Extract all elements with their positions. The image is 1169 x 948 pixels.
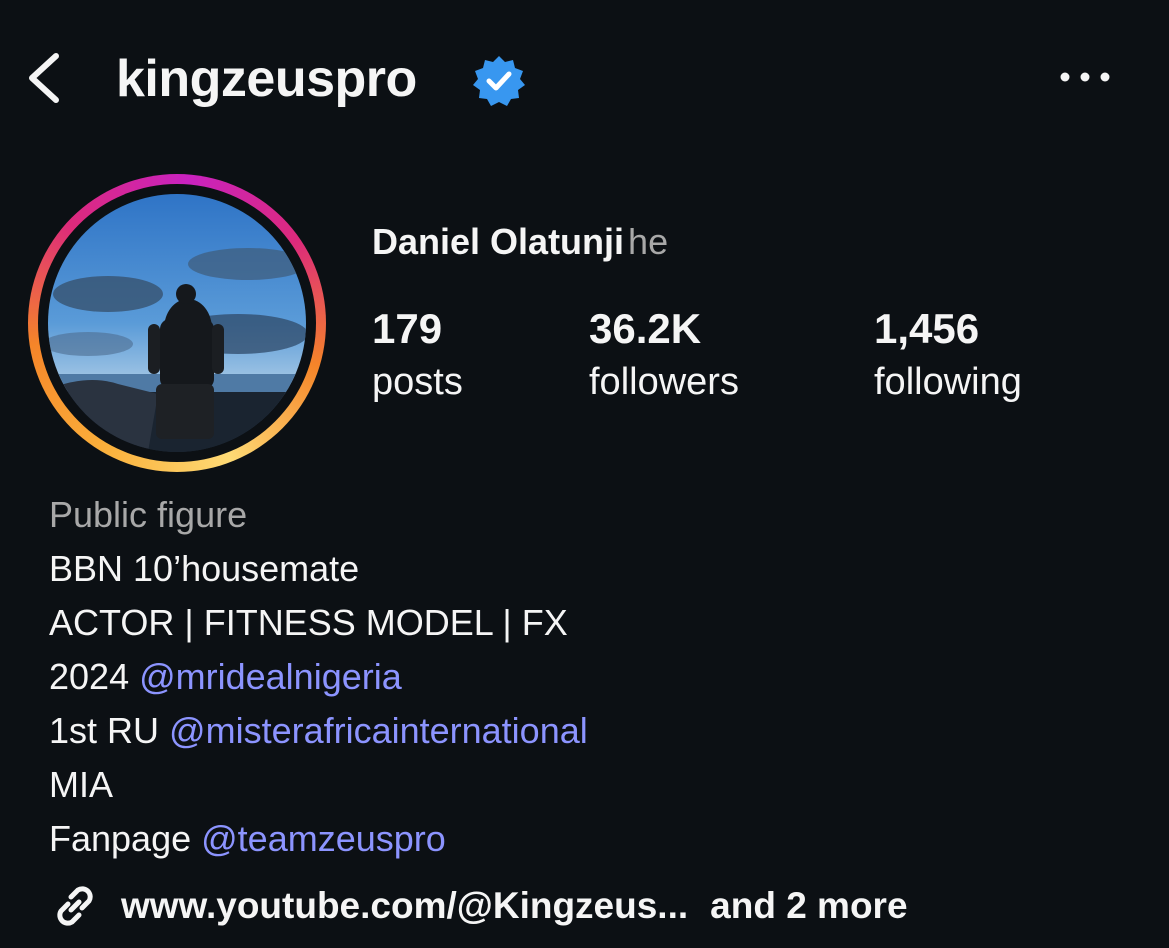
back-button[interactable] <box>22 48 72 108</box>
mention-link[interactable]: @mridealnigeria <box>139 656 402 697</box>
external-links[interactable]: www.youtube.com/@Kingzeus... and 2 more <box>49 876 908 936</box>
profile-category: Public figure <box>49 494 248 535</box>
stat-followers[interactable]: 36.2K followers <box>589 302 739 408</box>
verified-badge-icon <box>472 54 526 108</box>
bio-line: 2024 @mridealnigeria <box>49 650 588 704</box>
display-name-text: Daniel Olatunji <box>372 221 625 262</box>
stat-posts[interactable]: 179 posts <box>372 302 463 408</box>
profile-avatar-ring[interactable] <box>28 174 326 472</box>
stat-following-label: following <box>874 361 1022 403</box>
mention-link[interactable]: @misterafricainternational <box>169 710 588 751</box>
more-links-text[interactable]: and 2 more <box>710 885 907 927</box>
profile-bio: Public figure BBN 10’housemate ACTOR | F… <box>49 488 588 866</box>
profile-photo <box>48 194 306 452</box>
bio-line: 1st RU @misterafricainternational <box>49 704 588 758</box>
external-link-url[interactable]: www.youtube.com/@Kingzeus... <box>121 885 688 927</box>
profile-display-name: Daniel Olatunji he <box>372 220 668 264</box>
bio-text: Fanpage <box>49 818 202 859</box>
stat-followers-label: followers <box>589 361 739 403</box>
bio-text: 2024 <box>49 656 140 697</box>
stat-following-value: 1,456 <box>874 305 980 352</box>
stat-followers-value: 36.2K <box>589 305 702 352</box>
more-options-button[interactable] <box>1052 56 1118 98</box>
pronoun-text: he <box>628 221 669 262</box>
bio-text: 1st RU <box>49 710 170 751</box>
bio-line: BBN 10’housemate <box>49 548 360 589</box>
bio-line: ACTOR | FITNESS MODEL | FX <box>49 602 568 643</box>
mention-link[interactable]: @teamzeuspro <box>201 818 446 859</box>
profile-header: kingzeuspro <box>0 0 1169 160</box>
profile-username: kingzeuspro <box>116 50 417 108</box>
bio-line: MIA <box>49 764 114 805</box>
chevron-left-icon <box>29 53 59 103</box>
stat-following[interactable]: 1,456 following <box>874 302 1022 408</box>
more-horizontal-icon <box>1060 72 1110 82</box>
stat-posts-value: 179 <box>372 305 443 352</box>
stat-posts-label: posts <box>372 361 463 403</box>
bio-line: Fanpage @teamzeuspro <box>49 812 588 866</box>
link-icon <box>57 886 93 926</box>
